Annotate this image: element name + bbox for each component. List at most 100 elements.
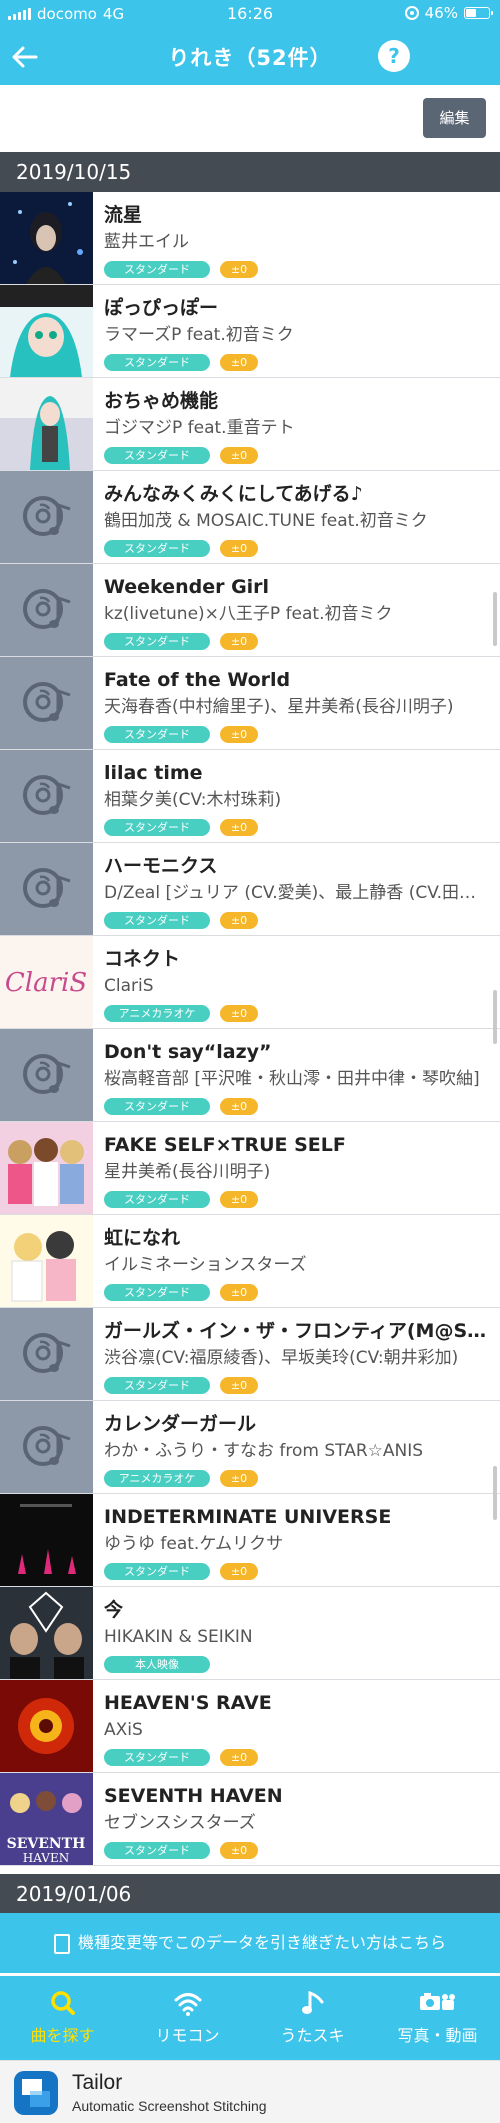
song-info: ハーモニクス D/Zeal [ジュリア (CV.愛美)、最上静香 (CV.田所あず… — [104, 853, 488, 929]
song-info: Fate of the World 天海春香(中村繪里子)、星井美希(長谷川明子)… — [104, 667, 488, 743]
jacket-thumbnail — [0, 1401, 93, 1493]
type-badge: スタンダード — [104, 1376, 210, 1394]
history-row[interactable]: INDETERMINATE UNIVERSE ゆうゆ feat.ケムリクサ スタンダ… — [0, 1494, 500, 1587]
artist-name: イルミネーションスターズ — [104, 1255, 307, 1275]
score-badge: ±0 — [220, 539, 258, 557]
song-title: Fate of the World — [104, 669, 291, 691]
history-row[interactable]: 今 HIKAKIN & SEIKIN 本人映像 — [0, 1587, 500, 1680]
history-row[interactable]: HEAVEN'S RAVE AXiS スタンダード ±0 — [0, 1680, 500, 1773]
section-date-header: 2019/01/06 — [0, 1874, 500, 1914]
help-icon[interactable]: ? — [378, 40, 410, 72]
history-row[interactable]: おちゃめ機能 ゴジマジP feat.重音テト スタンダード ±0 — [0, 378, 500, 471]
badges: スタンダード ±0 — [104, 632, 488, 650]
score-badge: ±0 — [220, 632, 258, 650]
type-badge: アニメカラオケ — [104, 1004, 210, 1022]
history-row[interactable]: カレンダーガール わか・ふうり・すなお from STAR☆ANIS アニメカラオケ… — [0, 1401, 500, 1494]
history-row[interactable]: ハーモニクス D/Zeal [ジュリア (CV.愛美)、最上静香 (CV.田所あず… — [0, 843, 500, 936]
badges: スタンダード ±0 — [104, 539, 488, 557]
history-list: 流星 藍井エイル スタンダード ±0 ぽっぴっぽー ラマーズP feat.初音ミク スタンダ… — [0, 192, 500, 1866]
song-title: みんなみくみくにしてあげる♪ — [104, 483, 363, 505]
song-title: INDETERMINATE UNIVERSE — [104, 1506, 392, 1528]
history-row[interactable]: ガールズ・イン・ザ・フロンティア(M@STER VERSION) 渋谷凛(CV:福… — [0, 1308, 500, 1401]
song-info: 虹になれ イルミネーションスターズ スタンダード ±0 — [104, 1225, 488, 1301]
data-transfer-label: 機種変更等でこのデータを引き継ぎたい方はこちら — [77, 1933, 446, 1952]
artist-name: 相葉夕美(CV:木村珠莉) — [104, 790, 282, 810]
artist-name: 桜高軽音部 [平沢唯・秋山澪・田井中律・琴吹紬] — [104, 1069, 480, 1089]
badges: スタンダード ±0 — [104, 725, 488, 743]
song-info: コネクト ClariS アニメカラオケ ±0 — [104, 946, 488, 1022]
jacket-thumbnail: SEVENTH HAVEN — [0, 1773, 93, 1865]
history-row[interactable]: Weekender Girl kz(livetune)×八王子P feat.初音ミ… — [0, 564, 500, 657]
history-row[interactable]: FAKE SELF×TRUE SELF 星井美希(長谷川明子) スタンダード ±0 — [0, 1122, 500, 1215]
history-row[interactable]: Don't say“lazy” 桜高軽音部 [平沢唯・秋山澪・田井中律・琴吹紬] ス… — [0, 1029, 500, 1122]
history-row[interactable]: ClariS コネクト ClariS アニメカラオケ ±0 — [0, 936, 500, 1029]
type-badge: スタンダード — [104, 1748, 210, 1766]
song-info: lilac time 相葉夕美(CV:木村珠莉) スタンダード ±0 — [104, 760, 488, 836]
tab-search[interactable]: 曲を探す — [0, 1976, 125, 2060]
jacket-thumbnail — [0, 192, 93, 284]
song-info: Weekender Girl kz(livetune)×八王子P feat.初音ミ… — [104, 574, 488, 650]
tab-bar: 曲を探す リモコン うたスキ 写真・動画 — [0, 1976, 500, 2060]
artist-name: 鶴田加茂 & MOSAIC.TUNE feat.初音ミク — [104, 511, 428, 531]
history-row[interactable]: みんなみくみくにしてあげる♪ 鶴田加茂 & MOSAIC.TUNE feat.初音… — [0, 471, 500, 564]
badges: スタンダード ±0 — [104, 1190, 488, 1208]
data-transfer-banner[interactable]: 機種変更等でこのデータを引き継ぎたい方はこちら — [0, 1913, 500, 1973]
song-title: FAKE SELF×TRUE SELF — [104, 1134, 346, 1156]
badges: スタンダード ±0 — [104, 818, 488, 836]
artist-name: セブンスシスターズ — [104, 1813, 256, 1833]
score-badge: ±0 — [220, 1097, 258, 1115]
history-row[interactable]: Fate of the World 天海春香(中村繪里子)、星井美希(長谷川明子)… — [0, 657, 500, 750]
wifi-icon — [174, 1993, 201, 2016]
song-title: Don't say“lazy” — [104, 1041, 272, 1063]
score-badge: ±0 — [220, 911, 258, 929]
type-badge: スタンダード — [104, 446, 210, 464]
scroll-indicator — [493, 592, 497, 646]
tailor-banner: Tailor Automatic Screenshot Stitching — [0, 2060, 500, 2123]
type-badge: スタンダード — [104, 353, 210, 371]
song-title: ハーモニクス — [104, 855, 218, 877]
history-row[interactable]: ぽっぴっぽー ラマーズP feat.初音ミク スタンダード ±0 — [0, 285, 500, 378]
song-info: ガールズ・イン・ザ・フロンティア(M@STER VERSION) 渋谷凛(CV:福… — [104, 1318, 488, 1394]
song-title: SEVENTH HAVEN — [104, 1785, 283, 1807]
battery-icon — [464, 7, 493, 19]
score-badge: ±0 — [220, 1562, 258, 1580]
battery-percent: 46% — [424, 4, 458, 22]
badges: スタンダード ±0 — [104, 1283, 488, 1301]
artist-name: kz(livetune)×八王子P feat.初音ミク — [104, 604, 393, 624]
tab-utasuki[interactable]: うたスキ — [250, 1976, 375, 2060]
artist-name: 天海春香(中村繪里子)、星井美希(長谷川明子) — [104, 697, 454, 717]
song-info: カレンダーガール わか・ふうり・すなお from STAR☆ANIS アニメカラオケ… — [104, 1411, 488, 1487]
song-title: 流星 — [104, 204, 143, 226]
type-badge: 本人映像 — [104, 1655, 210, 1673]
artist-name: HIKAKIN & SEIKIN — [104, 1627, 253, 1647]
jacket-thumbnail: ClariS — [0, 936, 93, 1028]
history-row[interactable]: 流星 藍井エイル スタンダード ±0 — [0, 192, 500, 285]
edit-button[interactable]: 編集 — [423, 98, 486, 138]
tab-photo-video[interactable]: 写真・動画 — [375, 1976, 500, 2060]
type-badge: アニメカラオケ — [104, 1469, 210, 1487]
artist-name: AXiS — [104, 1720, 143, 1740]
tab-label: 写真・動画 — [397, 2026, 478, 2045]
jacket-thumbnail — [0, 657, 93, 749]
toolbar: 編集 — [0, 85, 500, 152]
song-info: SEVENTH HAVEN セブンスシスターズ スタンダード ±0 — [104, 1783, 488, 1859]
history-row[interactable]: SEVENTH HAVEN SEVENTH HAVEN セブンスシスターズ スタンダード… — [0, 1773, 500, 1866]
jacket-thumbnail — [0, 1308, 93, 1400]
tailor-name: Tailor — [72, 2071, 123, 2094]
svg-text:HAVEN: HAVEN — [23, 1851, 69, 1865]
artist-name: わか・ふうり・すなお from STAR☆ANIS — [104, 1441, 424, 1461]
tab-label: 曲を探す — [30, 2026, 95, 2045]
history-row[interactable]: 虹になれ イルミネーションスターズ スタンダード ±0 — [0, 1215, 500, 1308]
section-date-header: 2019/10/15 — [0, 152, 500, 192]
artist-name: ラマーズP feat.初音ミク — [104, 325, 294, 345]
export-icon — [53, 1933, 70, 1954]
type-badge: スタンダード — [104, 1190, 210, 1208]
tab-remote[interactable]: リモコン — [125, 1976, 250, 2060]
status-bar: docomo 4G 16:26 46% — [0, 0, 500, 28]
score-badge: ±0 — [220, 353, 258, 371]
tailor-subtitle: Automatic Screenshot Stitching — [72, 2098, 267, 2114]
song-info: みんなみくみくにしてあげる♪ 鶴田加茂 & MOSAIC.TUNE feat.初音… — [104, 481, 488, 557]
artist-name: ゴジマジP feat.重音テト — [104, 418, 295, 438]
history-row[interactable]: lilac time 相葉夕美(CV:木村珠莉) スタンダード ±0 — [0, 750, 500, 843]
camera-icon — [419, 1993, 455, 2010]
